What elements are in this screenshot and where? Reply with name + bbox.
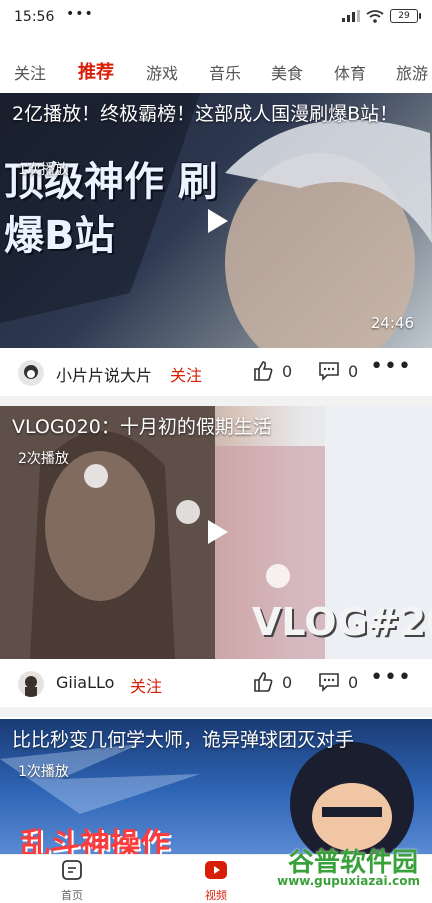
comment-icon[interactable] bbox=[318, 671, 340, 693]
avatar[interactable] bbox=[18, 671, 44, 697]
author-name[interactable]: 小片片说大片 bbox=[56, 362, 152, 386]
play-icon[interactable] bbox=[208, 209, 228, 233]
category-tabs: 关注 推荐 游戏 音乐 美食 体育 旅游 bbox=[0, 50, 432, 90]
status-time: 15:56 bbox=[14, 9, 55, 25]
thumbs-up-icon[interactable] bbox=[252, 671, 274, 693]
play-icon[interactable] bbox=[208, 520, 228, 544]
comment-count: 0 bbox=[348, 673, 359, 692]
more-options-icon[interactable]: ••• bbox=[370, 354, 412, 379]
more-options-icon[interactable]: ••• bbox=[370, 665, 412, 690]
video-thumbnail-2[interactable]: VLOG#20 VLOG020：十月初的假期生活 2次播放 bbox=[0, 406, 432, 659]
home-icon bbox=[62, 860, 82, 880]
video-thumbnail-3[interactable]: 乱斗神操作 比比秒变几何学大师，诡异弹球团灭对手 1次播放 bbox=[0, 719, 432, 854]
tab-music[interactable]: 音乐 bbox=[209, 60, 241, 84]
video-duration: 24:46 bbox=[370, 314, 414, 332]
status-more-dots: ••• bbox=[66, 6, 94, 22]
feed-divider bbox=[0, 707, 432, 717]
nav-home-label: 首页 bbox=[61, 889, 83, 902]
status-bar: 15:56 ••• 29 bbox=[0, 0, 432, 36]
bubble-decoration bbox=[84, 464, 108, 488]
view-count: 2次播放 bbox=[18, 451, 69, 467]
tab-food[interactable]: 美食 bbox=[271, 60, 303, 84]
like-count: 0 bbox=[282, 673, 293, 692]
tab-recommend[interactable]: 推荐 bbox=[78, 58, 114, 84]
feed-divider bbox=[0, 396, 432, 406]
tab-travel[interactable]: 旅游 bbox=[396, 60, 428, 84]
comment-count: 0 bbox=[348, 362, 359, 381]
video-title: 2亿播放！终极霸榜！这部成人国漫刷爆B站！ bbox=[12, 103, 399, 125]
nav-home[interactable]: 首页 bbox=[42, 859, 102, 903]
view-count: 1次播放 bbox=[18, 162, 69, 178]
tab-follow[interactable]: 关注 bbox=[14, 60, 46, 84]
bubble-decoration bbox=[176, 500, 200, 524]
avatar[interactable] bbox=[18, 360, 44, 386]
video-meta-row-1: 小片片说大片 关注 0 0 ••• bbox=[0, 348, 432, 396]
video-thumbnail-1[interactable]: 顶级神作 刷爆B站 2亿播放！终极霸榜！这部成人国漫刷爆B站！ 1次播放 24:… bbox=[0, 93, 432, 348]
like-count: 0 bbox=[282, 362, 293, 381]
view-count: 1次播放 bbox=[18, 764, 69, 780]
wifi-icon bbox=[366, 9, 384, 23]
thumbs-up-icon[interactable] bbox=[252, 360, 274, 382]
author-name[interactable]: GiiaLLo bbox=[56, 673, 114, 692]
thumbnail-art-text: 乱斗神操作 bbox=[20, 827, 170, 854]
battery-icon: 29 bbox=[390, 9, 421, 23]
bubble-decoration bbox=[266, 564, 290, 588]
comment-icon[interactable] bbox=[318, 360, 340, 382]
watermark-url: www.gupuxiazai.com bbox=[277, 874, 420, 888]
thumbnail-art-text: VLOG#20 bbox=[252, 600, 432, 644]
status-icons: 29 bbox=[342, 9, 421, 23]
follow-button[interactable]: 关注 bbox=[170, 362, 202, 386]
video-title: 比比秒变几何学大师，诡异弹球团灭对手 bbox=[12, 729, 355, 751]
signal-icon bbox=[342, 10, 360, 22]
watermark: 谷普软件园 www.gupuxiazai.com bbox=[228, 842, 428, 894]
follow-button[interactable]: 关注 bbox=[130, 673, 162, 697]
tab-sports[interactable]: 体育 bbox=[334, 60, 366, 84]
video-title: VLOG020：十月初的假期生活 bbox=[12, 416, 272, 438]
video-play-icon bbox=[205, 861, 227, 879]
video-meta-row-2: GiiaLLo 关注 0 0 ••• bbox=[0, 659, 432, 707]
tab-games[interactable]: 游戏 bbox=[146, 60, 178, 84]
